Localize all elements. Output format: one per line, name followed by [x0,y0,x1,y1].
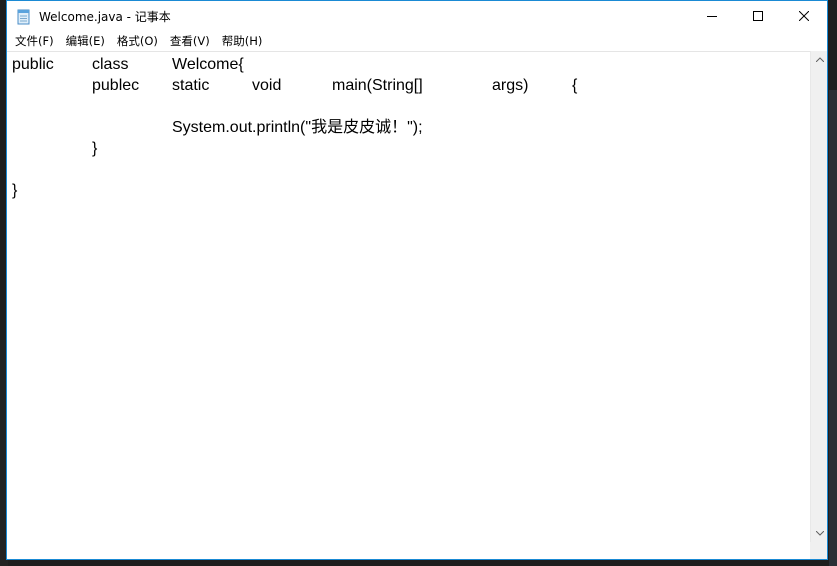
text-editor[interactable]: public class Welcome{ publec static void… [7,51,810,559]
window-controls [689,1,827,31]
title-bar[interactable]: Welcome.java - 记事本 [7,1,827,32]
chevron-down-icon [815,531,824,536]
code-token: } [12,182,18,199]
vertical-scrollbar[interactable] [810,51,827,542]
notepad-window: Welcome.java - 记事本 文件(F) 编辑(E) 格式(O) 查看(… [6,0,828,560]
maximize-icon [753,11,763,21]
code-token: } [92,140,98,157]
minimize-icon [707,16,717,17]
chevron-up-icon [815,57,824,62]
notepad-icon [16,9,32,25]
code-token: args) [492,77,529,94]
close-button[interactable] [781,1,827,31]
background-window-edge [829,90,837,566]
menu-bar: 文件(F) 编辑(E) 格式(O) 查看(V) 帮助(H) [7,32,827,51]
menu-view[interactable]: 查看(V) [164,32,216,51]
maximize-button[interactable] [735,1,781,31]
menu-edit[interactable]: 编辑(E) [60,32,111,51]
scroll-down-button[interactable] [811,525,828,542]
scroll-up-button[interactable] [811,51,828,68]
close-icon [799,11,809,21]
window-title: Welcome.java - 记事本 [39,10,171,24]
code-token: main(String[] [332,77,423,94]
code-token: static [172,77,210,94]
minimize-button[interactable] [689,1,735,31]
code-token: Welcome{ [172,56,244,73]
code-token: public [12,56,54,73]
code-token: void [252,77,282,94]
resize-grip[interactable] [810,542,827,559]
menu-help[interactable]: 帮助(H) [216,32,269,51]
code-token: publec [92,77,140,94]
code-token: { [572,77,578,94]
menu-format[interactable]: 格式(O) [111,32,164,51]
menu-file[interactable]: 文件(F) [9,32,60,51]
code-token: System.out.println("我是皮皮诚！"); [172,119,423,136]
code-token: class [92,56,129,73]
